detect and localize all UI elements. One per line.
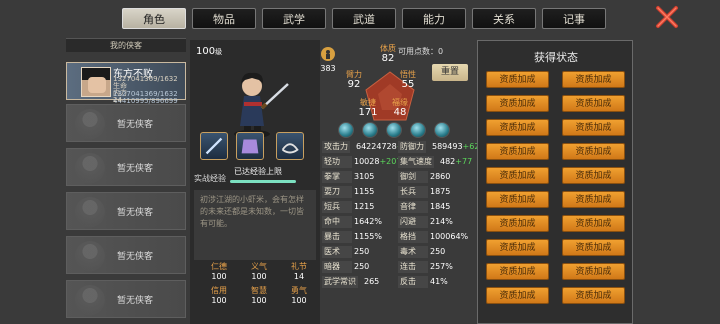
stat-row: 耍刀 1155 [322,186,375,198]
empty-slot-label: 暂无侠客 [117,164,154,174]
exp-label: 实战经验 [194,174,226,183]
stat-row: 闪避 214% [398,216,453,228]
stat-row: 集气速度 482+77 [398,156,473,168]
gem-socket-icon[interactable] [434,122,450,138]
virtue-1: 义气 100 [251,262,267,281]
stat-row: 轻功 10028+207 [322,156,402,168]
buff-badge[interactable]: 资质加成 [486,287,549,304]
hero-avatar [81,67,111,97]
empty-slot-label: 暂无侠客 [117,208,154,218]
gem-socket-icon[interactable] [338,122,354,138]
character-description: 初涉江湖的小虾米，会有怎样的未来还都是未知数，一切皆有可能。 [194,190,316,260]
exp-max-text: 已达经验上限 [234,167,282,176]
buff-badge[interactable]: 资质加成 [486,239,549,256]
hero-slot-empty[interactable]: 暂无侠客 [66,104,186,142]
hero-list: 我的侠客 东方不败 1327041369/1632 生命 1327041369/… [66,38,186,324]
hero-slot-empty[interactable]: 暂无侠客 [66,148,186,186]
equip-accessory-slot[interactable] [276,132,304,160]
stat-row: 暴击 1155% [322,231,382,243]
tab-5[interactable]: 关系 [472,8,536,29]
stat-row: 反击 41% [398,276,448,288]
empty-slot-label: 暂无侠客 [117,296,154,306]
attribute-0: 体质 82 [380,44,396,64]
silhouette-icon [75,153,105,183]
stat-row: 命中 1642% [322,216,382,228]
close-icon[interactable] [654,4,680,30]
hero-list-title: 我的侠客 [66,38,186,52]
equip-weapon-slot[interactable] [200,132,228,160]
tab-1[interactable]: 物品 [192,8,256,29]
tab-6[interactable]: 记事 [542,8,606,29]
tab-bar: 角色 物品 武学 武道 能力 关系 记事 [122,8,642,30]
stat-row: 拳掌 3105 [322,171,375,183]
virtue-4: 智慧 100 [251,286,267,305]
buff-badge[interactable]: 资质加成 [486,263,549,280]
silhouette-icon [75,197,105,227]
stat-row: 御剑 2860 [398,171,451,183]
buff-badge[interactable]: 资质加成 [486,191,549,208]
equip-armor-slot[interactable] [236,132,264,160]
attribute-1: 臂力 92 [346,70,362,90]
attribute-4: 福缘 48 [392,98,408,118]
stat-row: 毒术 250 [398,246,446,258]
gem-socket-icon[interactable] [386,122,402,138]
virtue-5: 勇气 100 [291,286,307,305]
empty-slot-label: 暂无侠客 [117,120,154,130]
buff-badge[interactable]: 资质加成 [486,95,549,112]
buff-badge[interactable]: 资质加成 [486,215,549,232]
virtue-0: 仁德 100 [211,262,227,281]
buff-badge[interactable]: 资质加成 [562,95,625,112]
buff-badge[interactable]: 资质加成 [486,143,549,160]
buff-badge[interactable]: 资质加成 [562,191,625,208]
buff-badge[interactable]: 资质加成 [562,71,625,88]
stat-row: 连击 257% [398,261,453,273]
tab-3[interactable]: 武道 [332,8,396,29]
exp-bar [230,180,296,183]
status-panel: 获得状态 资质加成 资质加成 资质加成 资质加成 资质加成 资质加成 资质加成 资质加成 资质加… [477,40,633,324]
buff-badge[interactable]: 资质加成 [562,119,625,136]
silhouette-icon [75,109,105,139]
character-figure [234,72,289,138]
silhouette-icon [75,241,105,271]
tab-0[interactable]: 角色 [122,8,186,29]
character-panel: 100级 已达经验上限 实战经验 初涉江湖的小虾米，会有怎样的未来还都是未知数，… [190,40,485,324]
hero-slot-empty[interactable]: 暂无侠客 [66,280,186,318]
stat-row: 武学常识 265 [322,276,380,288]
hero-slot-empty[interactable]: 暂无侠客 [66,192,186,230]
tab-4[interactable]: 能力 [402,8,466,29]
stat-row: 长兵 1875 [398,186,451,198]
character-level: 100级 [196,46,223,57]
stat-row: 攻击力64224728+80 [322,141,414,153]
stat-row: 医术 250 [322,246,370,258]
stat-row: 防御力 589493+624 [398,141,485,153]
buff-badge[interactable]: 资质加成 [562,239,625,256]
attribute-2: 悟性 55 [400,70,416,90]
silhouette-icon [75,285,105,315]
hero-mp: 内力 44410995/896699 [113,89,178,105]
buff-badge[interactable]: 资质加成 [486,119,549,136]
gem-socket-icon[interactable] [362,122,378,138]
buff-badge[interactable]: 资质加成 [562,143,625,160]
status-title: 获得状态 [534,51,578,64]
stat-row: 音律 1845 [398,201,451,213]
buff-badge[interactable]: 资质加成 [562,287,625,304]
stat-row: 暗器 250 [322,261,370,273]
buff-badge[interactable]: 资质加成 [562,167,625,184]
hero-slot-selected[interactable]: 东方不败 1327041369/1632 生命 1327041369/1632 … [66,62,186,105]
empty-slot-label: 暂无侠客 [117,252,154,262]
virtue-2: 礼节 14 [291,262,307,281]
tab-2[interactable]: 武学 [262,8,326,29]
buff-badge[interactable]: 资质加成 [486,71,549,88]
buff-badge[interactable]: 资质加成 [486,167,549,184]
hero-slot-empty[interactable]: 暂无侠客 [66,236,186,274]
hero-mp-extra: 24 [113,96,122,104]
stat-row: 短兵 1215 [322,201,375,213]
attribute-3: 敏捷 171 [358,98,378,118]
virtues-grid: 仁德 100 义气 100 礼节 14 信用 100 智慧 100 勇气 100 [194,262,316,324]
gem-socket-icon[interactable] [410,122,426,138]
buff-badge[interactable]: 资质加成 [562,263,625,280]
virtue-3: 信用 100 [211,286,227,305]
buff-badge[interactable]: 资质加成 [562,215,625,232]
stat-row: 格挡 100064% [398,231,469,243]
